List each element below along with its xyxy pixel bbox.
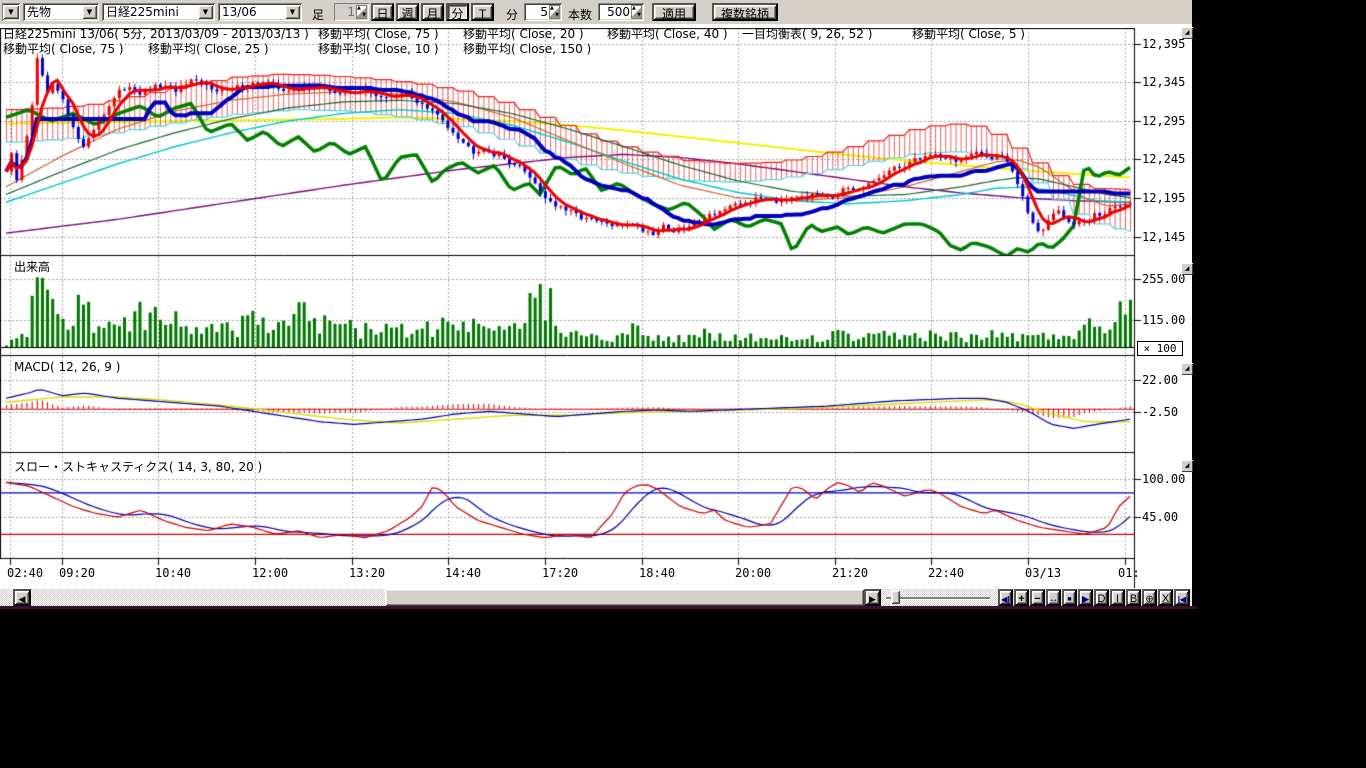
legend-ma10: 移動平均( Close, 10 ) (318, 40, 439, 57)
period-minute-button[interactable]: 分 (446, 3, 469, 21)
contract-month-value: 13/06 (222, 5, 284, 19)
legend-ma5: 移動平均( Close, 5 ) (912, 25, 1025, 42)
apply-button[interactable]: 適用 (652, 3, 696, 21)
trading-app-window: ▼ 先物 ▼ 日経225mini ▼ 13/06 ▼ 足 1 ▲▼ 日 週 月 … (0, 0, 1192, 606)
category-value: 先物 (27, 5, 81, 19)
time-tick-label: 20:00 (735, 566, 771, 580)
stoch-tick-label: 45.00 (1142, 510, 1178, 524)
legend-ma40: 移動平均( Close, 40 ) (607, 25, 728, 42)
price-tick-label: 12,345 (1142, 75, 1185, 89)
volume-tick-label: 115.00 (1142, 313, 1185, 327)
time-tick-label: 01: (1118, 566, 1140, 580)
price-axis-menu-button[interactable]: ◢ (1181, 27, 1193, 39)
time-tick-label: 14:40 (445, 566, 481, 580)
bar-interval-value: 1 (336, 5, 355, 19)
zoom-in-button[interactable]: + (1014, 589, 1029, 606)
macd-axis-menu-button[interactable]: ◢ (1181, 363, 1193, 375)
stop-button[interactable]: ■ (1062, 589, 1077, 606)
chevron-down-icon[interactable]: ▼ (82, 5, 97, 19)
arrow-left-icon: ◀ (19, 594, 26, 604)
time-tick-label: 21:20 (832, 566, 868, 580)
time-tick-label: 12:00 (252, 566, 288, 580)
volume-panel-label: 出来高 (14, 258, 50, 275)
close-chart-button[interactable]: X (1158, 589, 1173, 606)
category-combobox[interactable]: 先物 ▼ (23, 3, 99, 21)
bar-count-value: 500 (600, 5, 630, 19)
spinner-updown-icon[interactable]: ▲▼ (549, 5, 560, 19)
volume-axis-menu-button[interactable]: ◢ (1181, 263, 1193, 275)
time-tick-label: 13:20 (349, 566, 385, 580)
period-week-button[interactable]: 週 (396, 3, 419, 21)
chevron-down-icon[interactable]: ▼ (3, 5, 19, 19)
time-tick-label: 03/13 (1025, 566, 1061, 580)
bar-count-label: 本数 (568, 6, 592, 23)
price-tick-label: 12,145 (1142, 230, 1185, 244)
minute-spinner[interactable]: 5 ▲▼ (524, 3, 562, 21)
macd-tick-label: 22.00 (1142, 373, 1178, 387)
bar-interval-spinner: 1 ▲▼ (334, 3, 369, 21)
play-button[interactable]: ▶ (1078, 589, 1093, 606)
window-bottom-edge (0, 606, 1197, 609)
zoom-slider-track[interactable] (886, 597, 990, 599)
chevron-down-icon[interactable]: ▼ (198, 5, 213, 19)
price-tick-label: 12,395 (1142, 37, 1185, 51)
symbol-combobox[interactable]: 日経225mini ▼ (102, 3, 215, 21)
scroll-right-button[interactable]: ▶ (864, 589, 881, 606)
time-tick-label: 18:40 (639, 566, 675, 580)
legend-ichimoku: 一目均衡表( 9, 26, 52 ) (742, 25, 872, 42)
time-tick-label: 17:20 (542, 566, 578, 580)
bar-count-spinner[interactable]: 500 ▲▼ (598, 3, 644, 21)
time-axis: 02:40 09:20 10:40 12:00 13:20 14:40 17:2… (0, 566, 1140, 581)
zoom-slider-thumb[interactable] (891, 590, 900, 604)
legend-ma75b: 移動平均( Close, 75 ) (3, 40, 124, 57)
bottom-scrollbar-row: ◀ ▶ ◀| + − ↔ ■ ▶ D I B ⊕ X |◀ (0, 589, 1192, 606)
chart-canvas[interactable] (0, 28, 1192, 588)
step-left-button[interactable]: ◀| (998, 589, 1013, 606)
scroll-left-button[interactable]: ◀ (13, 589, 31, 606)
macd-panel-label: MACD( 12, 26, 9 ) (14, 360, 120, 374)
toolbar: ▼ 先物 ▼ 日経225mini ▼ 13/06 ▼ 足 1 ▲▼ 日 週 月 … (0, 0, 1192, 24)
price-tick-label: 12,195 (1142, 191, 1185, 205)
price-tick-label: 12,295 (1142, 114, 1185, 128)
time-tick-label: 02:40 (7, 566, 43, 580)
legend-ma150: 移動平均( Close, 150 ) (463, 40, 591, 57)
spinner-updown-icon[interactable]: ▲▼ (631, 5, 642, 19)
multi-symbol-button[interactable]: 複数銘柄 (712, 3, 778, 21)
screen: ▼ 先物 ▼ 日経225mini ▼ 13/06 ▼ 足 1 ▲▼ 日 週 月 … (0, 0, 1366, 768)
period-month-button[interactable]: 月 (421, 3, 444, 21)
chevron-down-icon[interactable]: ▼ (285, 5, 300, 19)
time-tick-label: 09:20 (59, 566, 95, 580)
stoch-panel-label: スロー・ストキャスティクス( 14, 3, 80, 20 ) (14, 458, 262, 475)
time-tick-label: 22:40 (928, 566, 964, 580)
fit-width-button[interactable]: ↔ (1046, 589, 1061, 606)
volume-multiplier-box: × 100 (1137, 341, 1183, 356)
bar-type-label: 足 (312, 6, 324, 23)
period-day-button[interactable]: 日 (371, 3, 394, 21)
minute-label: 分 (506, 6, 518, 23)
legend-ma25: 移動平均( Close, 25 ) (148, 40, 269, 57)
minute-value: 5 (526, 5, 548, 19)
period-tick-button[interactable]: T (471, 3, 494, 21)
goto-end-button[interactable]: |◀ (1174, 589, 1190, 606)
stoch-tick-label: 100.00 (1142, 472, 1185, 486)
volume-tick-label: 255.00 (1142, 272, 1185, 286)
bar-mode-button[interactable]: B (1126, 589, 1141, 606)
scrollbar-thumb[interactable] (385, 589, 864, 606)
symbol-value: 日経225mini (106, 5, 197, 19)
spinner-updown-icon: ▲▼ (356, 5, 367, 19)
daily-mode-button[interactable]: D (1094, 589, 1109, 606)
contract-month-combobox[interactable]: 13/06 ▼ (218, 3, 302, 21)
intraday-mode-button[interactable]: I (1110, 589, 1125, 606)
macd-tick-label: -2.50 (1142, 405, 1178, 419)
arrow-right-icon: ▶ (869, 594, 876, 604)
time-tick-label: 10:40 (155, 566, 191, 580)
magnify-button[interactable]: ⊕ (1142, 589, 1157, 606)
zoom-out-button[interactable]: − (1030, 589, 1045, 606)
price-tick-label: 12,245 (1142, 152, 1185, 166)
stoch-axis-menu-button[interactable]: ◢ (1181, 460, 1193, 472)
chart-style-dropdown[interactable]: ▼ (2, 3, 20, 21)
